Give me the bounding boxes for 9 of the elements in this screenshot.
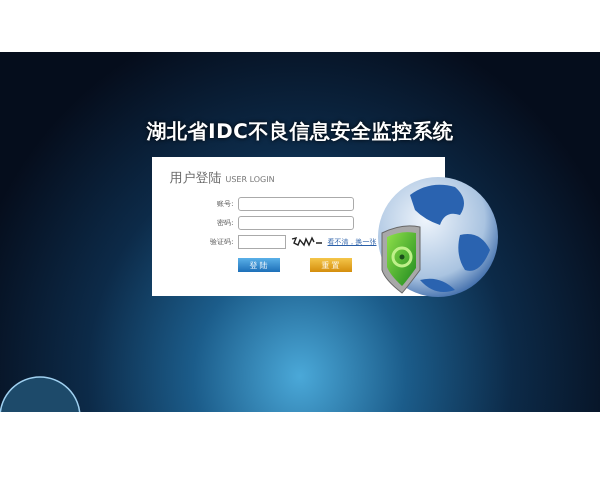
login-button[interactable]: 登 陆 — [238, 258, 280, 272]
account-field[interactable] — [238, 197, 354, 211]
login-heading: 用户登陆 — [170, 170, 222, 187]
captcha-field[interactable] — [238, 235, 286, 249]
reset-button[interactable]: 重 置 — [310, 258, 352, 272]
page-title: 湖北省IDC不良信息安全监控系统 — [146, 118, 454, 145]
password-field[interactable] — [238, 216, 354, 230]
login-subheading: USER LOGIN — [226, 175, 275, 184]
captcha-image — [290, 235, 324, 249]
